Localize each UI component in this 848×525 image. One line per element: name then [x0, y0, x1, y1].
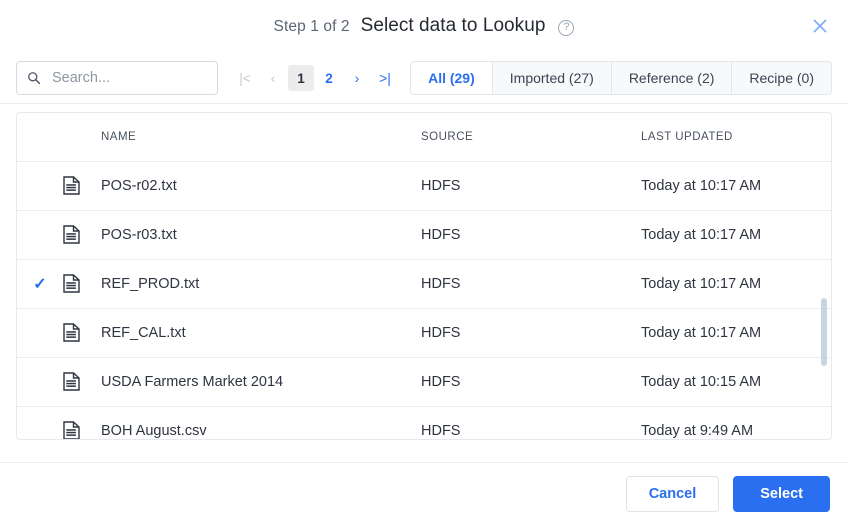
row-icon-cell	[63, 259, 101, 309]
table-header-row: NAME SOURCE LAST UPDATED	[17, 113, 831, 162]
row-last-updated: Today at 10:15 AM	[641, 357, 831, 407]
row-last-updated: Today at 10:17 AM	[641, 308, 831, 358]
dialog-footer: Cancel Select	[0, 462, 848, 525]
row-name: REF_CAL.txt	[101, 308, 421, 358]
row-source: HDFS	[421, 210, 641, 260]
search-box[interactable]	[16, 61, 218, 95]
pagination-prev-button[interactable]: ‹	[260, 65, 286, 91]
row-select-cell[interactable]: ✓	[17, 259, 63, 309]
row-icon-cell	[63, 406, 101, 439]
file-document-icon	[63, 372, 80, 391]
row-last-updated: Today at 9:49 AM	[641, 406, 831, 439]
select-data-dialog: Step 1 of 2 Select data to Lookup ? |< ‹…	[0, 0, 848, 525]
close-icon[interactable]	[806, 12, 834, 40]
tab-reference[interactable]: Reference (2)	[611, 62, 733, 94]
file-document-icon	[63, 421, 80, 439]
row-source: HDFS	[421, 308, 641, 358]
dialog-header: Step 1 of 2 Select data to Lookup ?	[0, 0, 848, 52]
table-row[interactable]: POS-r03.txt HDFS Today at 10:17 AM	[17, 210, 831, 260]
row-select-cell[interactable]	[17, 406, 63, 439]
table-row[interactable]: USDA Farmers Market 2014 HDFS Today at 1…	[17, 357, 831, 407]
row-name: REF_PROD.txt	[101, 259, 421, 309]
row-name: POS-r02.txt	[101, 161, 421, 211]
page-title: Select data to Lookup	[360, 15, 546, 36]
row-select-cell[interactable]	[17, 308, 63, 358]
column-header-last-updated[interactable]: LAST UPDATED	[641, 113, 831, 162]
tab-all[interactable]: All (29)	[411, 62, 493, 94]
column-header-icon	[63, 113, 101, 162]
pagination-page-2[interactable]: 2	[316, 65, 342, 91]
select-button[interactable]: Select	[733, 476, 830, 512]
row-source: HDFS	[421, 161, 641, 211]
row-select-cell[interactable]	[17, 357, 63, 407]
table-row[interactable]: BOH August.csv HDFS Today at 9:49 AM	[17, 406, 831, 439]
search-icon	[27, 71, 41, 85]
pagination-last-button[interactable]: >|	[372, 65, 398, 91]
dialog-title-group: Step 1 of 2 Select data to Lookup ?	[274, 15, 575, 37]
table-header: NAME SOURCE LAST UPDATED	[17, 113, 831, 162]
table-row[interactable]: POS-r02.txt HDFS Today at 10:17 AM	[17, 161, 831, 211]
tab-recipe[interactable]: Recipe (0)	[732, 62, 831, 94]
column-header-source[interactable]: SOURCE	[421, 113, 641, 162]
row-last-updated: Today at 10:17 AM	[641, 161, 831, 211]
file-document-icon	[63, 274, 80, 293]
row-last-updated: Today at 10:17 AM	[641, 259, 831, 309]
row-icon-cell	[63, 357, 101, 407]
dialog-toolbar: |< ‹ 1 2 › >| All (29) Imported (27) Ref…	[0, 52, 848, 104]
row-name: USDA Farmers Market 2014	[101, 357, 421, 407]
row-name: BOH August.csv	[101, 406, 421, 439]
row-icon-cell	[63, 210, 101, 260]
row-select-cell[interactable]	[17, 161, 63, 211]
row-source: HDFS	[421, 259, 641, 309]
row-select-cell[interactable]	[17, 210, 63, 260]
search-input[interactable]	[50, 69, 207, 87]
file-document-icon	[63, 225, 80, 244]
filter-tabs: All (29) Imported (27) Reference (2) Rec…	[410, 61, 832, 95]
check-icon: ✓	[33, 275, 47, 293]
table-body: POS-r02.txt HDFS Today at 10:17 AM POS-r…	[17, 161, 831, 439]
pagination-page-1[interactable]: 1	[288, 65, 314, 91]
toolbar-divider	[0, 103, 848, 104]
row-last-updated: Today at 10:17 AM	[641, 210, 831, 260]
row-icon-cell	[63, 308, 101, 358]
column-header-name[interactable]: NAME	[101, 113, 421, 162]
dataset-table-container: NAME SOURCE LAST UPDATED POS-r02.txt HDF…	[16, 112, 832, 440]
table-scrollbar-thumb[interactable]	[821, 298, 827, 366]
row-source: HDFS	[421, 357, 641, 407]
row-source: HDFS	[421, 406, 641, 439]
tab-imported[interactable]: Imported (27)	[492, 62, 612, 94]
pagination: |< ‹ 1 2 › >|	[232, 65, 398, 91]
pagination-next-button[interactable]: ›	[344, 65, 370, 91]
column-header-select	[17, 113, 63, 162]
file-document-icon	[63, 176, 80, 195]
dataset-table: NAME SOURCE LAST UPDATED POS-r02.txt HDF…	[17, 113, 831, 439]
cancel-button[interactable]: Cancel	[625, 476, 720, 512]
table-row[interactable]: ✓ REF_PROD.txt HDFS Today at 10:17 AM	[17, 259, 831, 309]
row-name: POS-r03.txt	[101, 210, 421, 260]
file-document-icon	[63, 323, 80, 342]
table-row[interactable]: REF_CAL.txt HDFS Today at 10:17 AM	[17, 308, 831, 358]
step-indicator: Step 1 of 2	[273, 18, 350, 35]
pagination-first-button[interactable]: |<	[232, 65, 258, 91]
row-icon-cell	[63, 161, 101, 211]
help-circle-icon[interactable]: ?	[558, 19, 575, 36]
